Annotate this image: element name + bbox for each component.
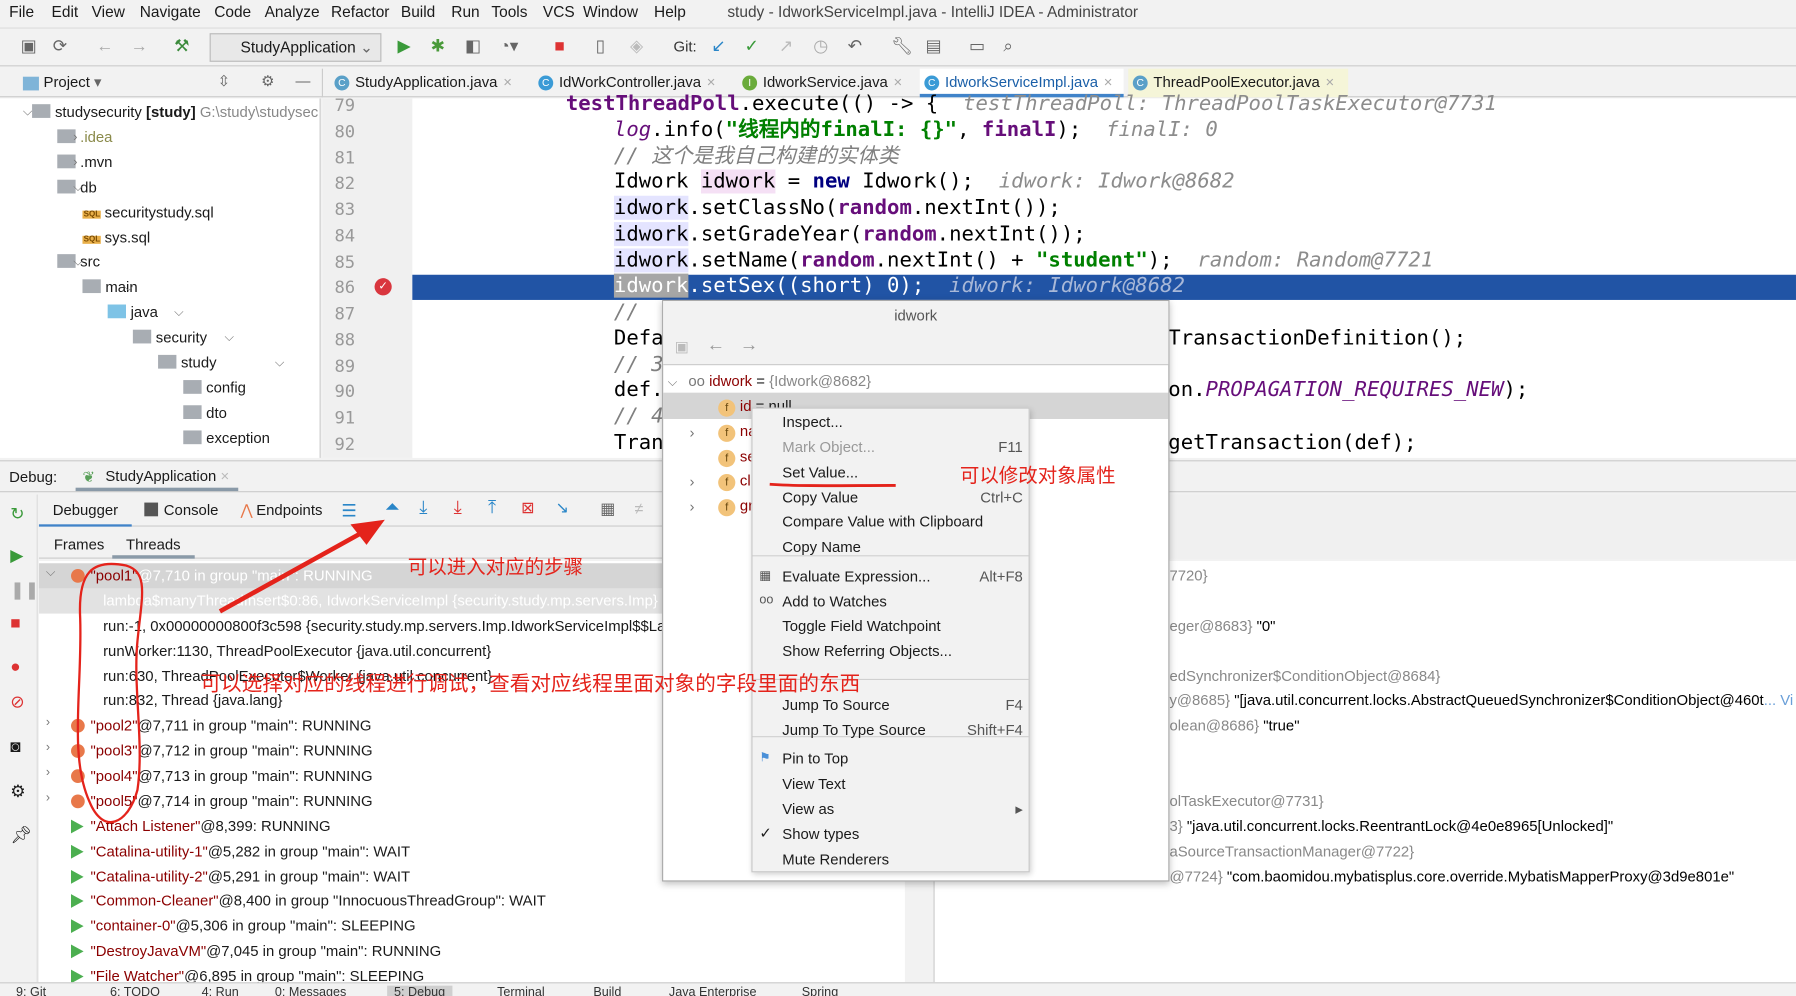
tool-window-bar: 9: Git 6: TODO 4: Run 0: Messages 5: Debug Te… <box>0 982 1796 996</box>
annotation-ellipse <box>76 562 144 824</box>
tool-window-5-debug[interactable]: 5: Debug <box>387 985 453 996</box>
annotation-underline <box>769 482 896 488</box>
tool-window-terminal[interactable]: Terminal <box>497 986 545 996</box>
tool-window-java-enterprise[interactable]: Java Enterprise <box>669 986 757 996</box>
annotation-layer <box>76 482 896 824</box>
tool-window-build[interactable]: Build <box>593 986 621 996</box>
annotation-threads: 可以选择对应的线程进行调试，查看对应线程里面对象的字段里面的东西 <box>200 671 861 695</box>
annotation-set-value: 可以修改对象属性 <box>959 464 1116 487</box>
tool-window-9-git[interactable]: 9: Git <box>16 986 46 996</box>
tool-window-6-todo[interactable]: 6: TODO <box>110 986 160 996</box>
ide-window: File Edit View Navigate Code Analyze Refactor B… <box>0 0 1796 996</box>
tool-window-0-messages[interactable]: 0: Messages <box>275 986 346 996</box>
tool-window-spring[interactable]: Spring <box>802 986 838 996</box>
annotation-steps: 可以进入对应的步骤 <box>407 556 584 579</box>
tool-window-4-run[interactable]: 4: Run <box>202 986 239 996</box>
annotation-arrow <box>218 519 385 614</box>
